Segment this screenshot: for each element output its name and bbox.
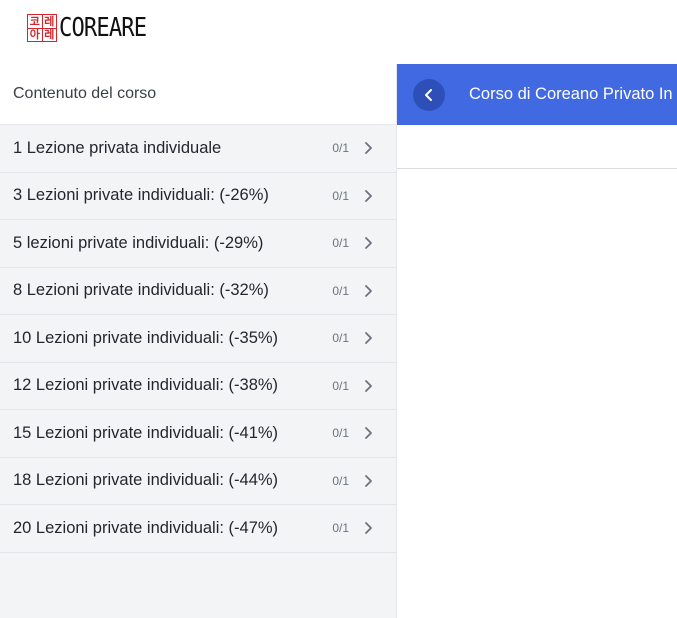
lesson-item[interactable]: 8 Lezioni private individuali: (-32%) 0/… (0, 268, 396, 315)
lesson-title: 20 Lezioni private individuali: (-47%) (13, 518, 279, 537)
lesson-item[interactable]: 1 Lezione privata individuale 0/1 (0, 125, 396, 173)
lesson-progress: 0/1 (332, 426, 349, 441)
lesson-progress: 0/1 (332, 283, 349, 298)
lesson-progress: 0/1 (332, 473, 349, 488)
chevron-right-icon (365, 237, 372, 250)
lesson-progress: 0/1 (332, 521, 349, 536)
logo-char: 코 (28, 14, 42, 28)
chevron-right-icon (365, 189, 372, 202)
lesson-title: 12 Lezioni private individuali: (-38%) (13, 376, 279, 395)
back-button[interactable] (413, 78, 445, 111)
lesson-item[interactable]: 5 lezioni private individuali: (-29%) 0/… (0, 220, 396, 268)
logo-char: 레 (42, 14, 56, 28)
lesson-progress: 0/1 (332, 188, 349, 203)
lesson-item[interactable]: 20 Lezioni private individuali: (-47%) 0… (0, 505, 396, 553)
course-title: Corso di Coreano Privato In (469, 85, 673, 103)
lesson-title: 8 Lezioni private individuali: (-32%) (13, 281, 269, 300)
chevron-right-icon (365, 332, 372, 345)
lesson-progress: 0/1 (332, 236, 349, 251)
chevron-right-icon (365, 522, 372, 535)
chevron-right-icon (365, 379, 372, 392)
chevron-right-icon (365, 474, 372, 487)
content-toolbar (397, 125, 677, 169)
lesson-title: 1 Lezione privata individuale (13, 138, 222, 157)
lesson-item[interactable]: 18 Lezioni private individuali: (-44%) 0… (0, 458, 396, 505)
lesson-progress: 0/1 (332, 378, 349, 393)
lesson-item[interactable]: 3 Lezioni private individuali: (-26%) 0/… (0, 173, 396, 220)
lesson-title: 3 Lezioni private individuali: (-26%) (13, 186, 269, 205)
logo-char: 레 (42, 28, 56, 42)
chevron-right-icon (365, 427, 372, 440)
chevron-right-icon (365, 284, 372, 297)
lesson-progress: 0/1 (332, 331, 349, 346)
logo-mark: 코 레 아 레 (27, 14, 57, 42)
lesson-title: 18 Lezioni private individuali: (-44%) (13, 471, 279, 490)
lesson-title: 10 Lezioni private individuali: (-35%) (13, 328, 279, 347)
lesson-title: 15 Lezioni private individuali: (-41%) (13, 423, 279, 442)
top-bar: 코 레 아 레 COREARE (0, 0, 677, 64)
course-sidebar: Contenuto del corso 1 Lezione privata in… (0, 64, 397, 618)
brand-name: COREARE (59, 13, 147, 43)
lesson-progress: 0/1 (332, 141, 349, 156)
chevron-right-icon (365, 142, 372, 155)
lesson-item[interactable]: 15 Lezioni private individuali: (-41%) 0… (0, 410, 396, 458)
logo-char: 아 (28, 28, 42, 42)
lesson-item[interactable]: 12 Lezioni private individuali: (-38%) 0… (0, 363, 396, 410)
brand-logo[interactable]: 코 레 아 레 COREARE (27, 14, 162, 42)
lesson-item[interactable]: 10 Lezioni private individuali: (-35%) 0… (0, 315, 396, 363)
lesson-title: 5 lezioni private individuali: (-29%) (13, 233, 264, 252)
sidebar-header: Contenuto del corso (0, 64, 396, 125)
course-header: Corso di Coreano Privato In (397, 64, 677, 125)
chevron-left-icon (425, 88, 432, 101)
